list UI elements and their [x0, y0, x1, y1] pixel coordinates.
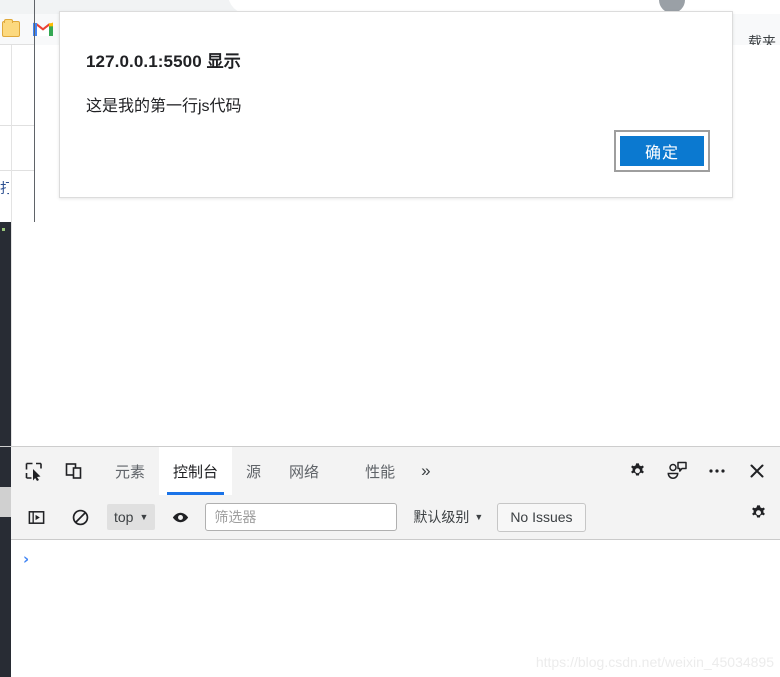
feedback-icon	[666, 461, 688, 481]
tab-console[interactable]: 控制台	[159, 447, 233, 495]
page-frame-line	[11, 45, 12, 446]
device-toolbar-icon	[64, 461, 84, 481]
console-settings-button[interactable]	[749, 504, 768, 523]
devtools-settings-button[interactable]	[620, 454, 654, 488]
tab-performance-label: 性能	[365, 463, 396, 481]
inspect-element-icon	[24, 461, 44, 481]
devtools-left-rail	[0, 447, 11, 677]
chrome-row-divider-1	[0, 44, 34, 45]
tab-network-label: 网络	[289, 463, 320, 481]
console-level-selector[interactable]: 默认级别 ▼	[413, 507, 483, 527]
window-left-divider	[34, 0, 35, 222]
console-sidebar-button[interactable]	[19, 500, 53, 534]
tab-sources-label: 源	[246, 463, 262, 481]
issues-button[interactable]: No Issues	[497, 502, 586, 532]
tab-performance[interactable]: 性能	[351, 447, 409, 495]
bookmark-gmail[interactable]	[32, 17, 54, 41]
chevron-down-icon: ▼	[474, 512, 484, 522]
feedback-button[interactable]	[660, 454, 694, 488]
javascript-alert-dialog: 127.0.0.1:5500 显示 这是我的第一行js代码 确定	[59, 11, 733, 198]
close-icon	[747, 461, 767, 481]
editor-gutter-strip	[0, 222, 11, 446]
devtools-panel: 元素 控制台 源 网络 性能 » top ▼ 筛选器 默认级别 ▼ No Iss…	[0, 446, 780, 677]
dialog-ok-button[interactable]: 确定	[620, 136, 704, 166]
devtools-scrollbar[interactable]	[0, 487, 11, 517]
more-tabs-button[interactable]: »	[409, 447, 442, 495]
console-level-label: 默认级别	[413, 509, 470, 525]
tab-console-label: 控制台	[173, 463, 219, 481]
tab-elements[interactable]: 元素	[101, 447, 159, 495]
live-expression-button[interactable]	[163, 500, 197, 534]
chrome-row-divider-2	[0, 125, 34, 126]
clear-console-icon	[71, 508, 90, 527]
console-prompt-row[interactable]: ›	[23, 548, 763, 570]
console-context-selector[interactable]: top ▼	[107, 504, 156, 530]
dialog-message: 这是我的第一行js代码	[86, 98, 242, 115]
device-toolbar-button[interactable]	[57, 454, 91, 488]
console-context-value: top	[114, 509, 134, 525]
console-settings-icon	[749, 504, 768, 523]
close-devtools-button[interactable]	[740, 454, 774, 488]
clear-console-button[interactable]	[63, 500, 97, 534]
more-options-icon	[707, 461, 727, 481]
bookmark-folder[interactable]	[2, 17, 20, 41]
editor-marker	[2, 228, 5, 231]
console-sidebar-icon	[27, 508, 46, 527]
live-expression-icon	[171, 508, 190, 527]
gmail-icon	[32, 21, 54, 37]
devtools-tabbar: 元素 控制台 源 网络 性能 »	[11, 447, 780, 496]
devtools-tabbar-actions	[620, 447, 774, 495]
dialog-ok-focus-ring: 确定	[614, 130, 710, 172]
more-options-button[interactable]	[700, 454, 734, 488]
console-filter-bar: top ▼ 默认级别 ▼ No Issues	[11, 495, 780, 540]
occluded-text-fragment: 打	[0, 181, 9, 195]
tab-sources[interactable]: 源	[232, 447, 275, 495]
console-output-area[interactable]: ›	[11, 540, 780, 677]
console-filter-input[interactable]	[205, 503, 398, 531]
chevron-down-icon: ▼	[139, 512, 149, 522]
bookmark-folder-icon	[2, 19, 20, 37]
devtools-tab-list: 元素 控制台 源 网络 性能 »	[101, 447, 443, 495]
tab-elements-label: 元素	[115, 463, 146, 481]
tab-network[interactable]: 网络	[275, 447, 333, 495]
settings-gear-icon	[628, 462, 647, 481]
dialog-title: 127.0.0.1:5500 显示	[86, 52, 241, 71]
console-prompt-chevron: ›	[23, 550, 30, 568]
chrome-row-divider-3	[0, 170, 34, 171]
inspect-element-button[interactable]	[17, 454, 51, 488]
